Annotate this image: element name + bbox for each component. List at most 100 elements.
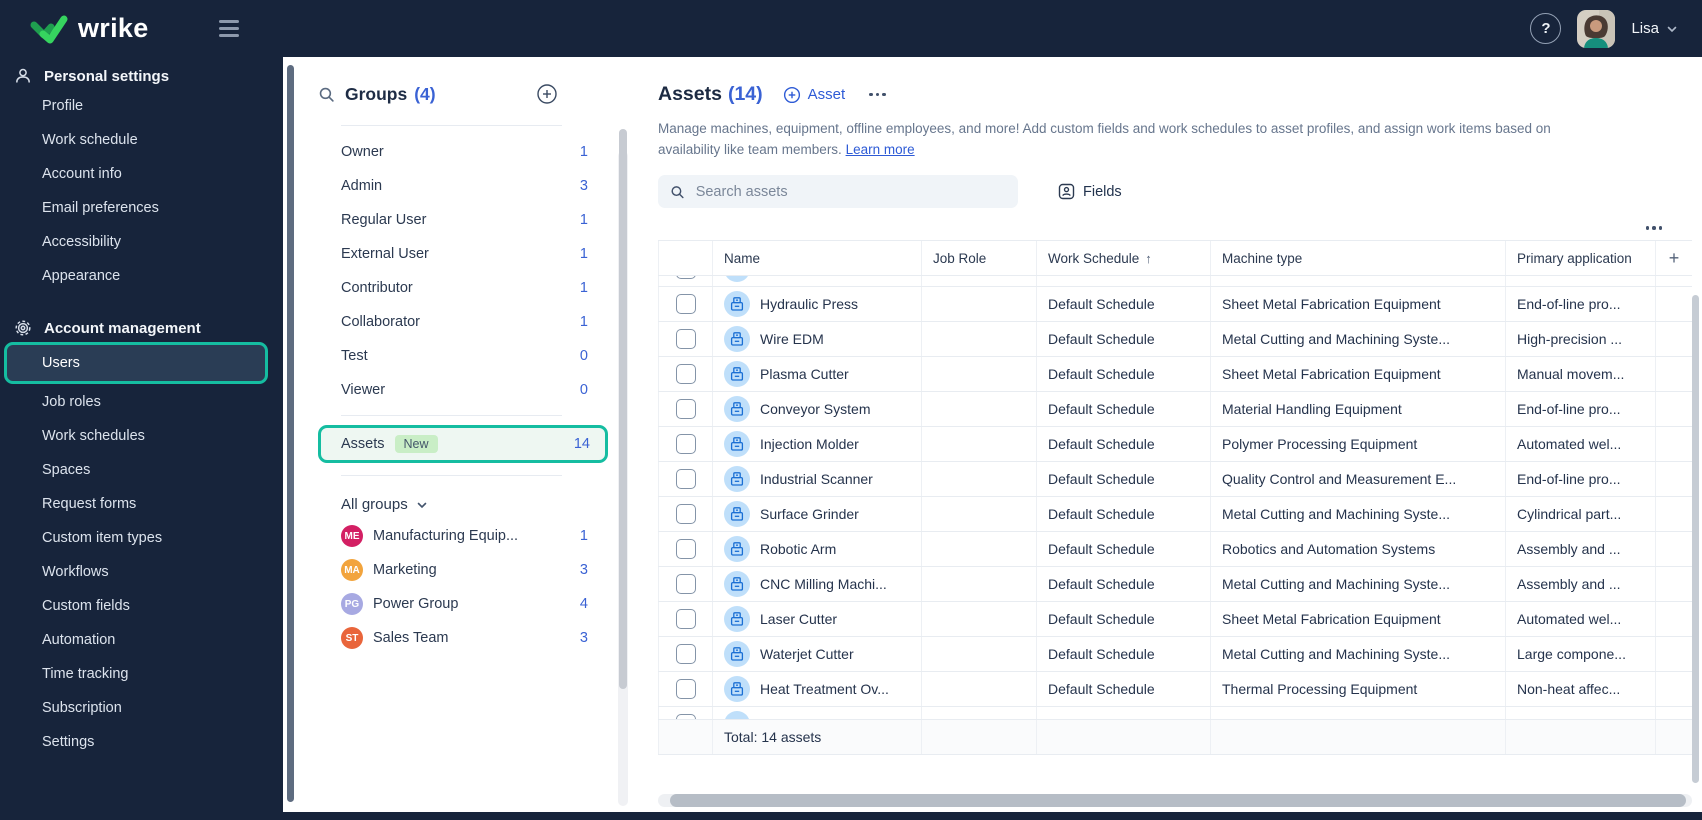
sidebar-item[interactable]: Workflows	[0, 555, 283, 589]
sidebar-item[interactable]: Users	[4, 342, 268, 384]
user-avatar[interactable]	[1577, 9, 1616, 48]
table-vertical-scrollbar-thumb[interactable]	[1692, 295, 1699, 783]
table-row[interactable]: Wire EDM Default Schedule Metal Cutting …	[658, 322, 1692, 357]
table-row[interactable]: Laser Cutter Default Schedule Sheet Meta…	[658, 602, 1692, 637]
group-role-item[interactable]: Collaborator 1	[303, 305, 628, 339]
fields-button[interactable]: Fields	[1058, 183, 1122, 200]
add-asset-button[interactable]: Asset	[783, 86, 845, 104]
cell-machine-type: Polymer Processing Equipment	[1211, 427, 1506, 461]
all-groups-dropdown[interactable]: All groups	[303, 476, 628, 515]
group-role-item[interactable]: Admin 3	[303, 169, 628, 203]
table-row[interactable]: Injection Molder Default Schedule Polyme…	[658, 427, 1692, 462]
table-row[interactable]: Surface Grinder Default Schedule Metal C…	[658, 497, 1692, 532]
groups-item-assets-selected[interactable]: Assets New 14	[318, 425, 608, 463]
sidebar-item[interactable]: Custom fields	[0, 589, 283, 623]
cell-name[interactable]: Laser Cutter	[713, 602, 922, 636]
row-checkbox[interactable]	[675, 364, 696, 384]
cell-name[interactable]: Wire EDM	[713, 322, 922, 356]
group-role-item[interactable]: External User 1	[303, 237, 628, 271]
sidebar-section-personal-settings[interactable]: Personal settings	[0, 63, 283, 89]
row-checkbox[interactable]	[675, 294, 696, 314]
horizontal-scrollbar-thumb[interactable]	[670, 794, 1686, 807]
group-role-item[interactable]: Regular User 1	[303, 203, 628, 237]
cell-name[interactable]: Robotic Arm	[713, 532, 922, 566]
cell-add-column	[1656, 287, 1692, 321]
column-header-primary-application[interactable]: Primary application	[1506, 241, 1656, 275]
search-assets-input[interactable]	[693, 182, 1006, 201]
row-checkbox[interactable]	[675, 399, 696, 419]
cell-name[interactable]: Heat Treatment Ov...	[713, 672, 922, 706]
sidebar-item[interactable]: Work schedule	[0, 123, 283, 157]
help-icon[interactable]: ?	[1530, 13, 1562, 44]
group-role-item[interactable]: Test 0	[303, 339, 628, 373]
cell-name[interactable]: CNC Milling Machi...	[713, 567, 922, 601]
add-group-button[interactable]	[536, 83, 558, 105]
sidebar-section-account-management[interactable]: Account management	[0, 315, 283, 341]
sidebar-item[interactable]: Settings	[0, 725, 283, 759]
cell-name[interactable]: Hydraulic Press	[713, 287, 922, 321]
sidebar-item[interactable]: Subscription	[0, 691, 283, 725]
row-checkbox[interactable]	[675, 539, 696, 559]
row-checkbox[interactable]	[675, 504, 696, 524]
asset-name: Laser Cutter	[760, 611, 838, 627]
sidebar-item[interactable]: Time tracking	[0, 657, 283, 691]
table-row[interactable]: Conveyor System Default Schedule Materia…	[658, 392, 1692, 427]
row-checkbox[interactable]	[675, 276, 696, 279]
sidebar-item[interactable]: Appearance	[0, 259, 283, 293]
table-more-options-icon[interactable]	[1642, 222, 1667, 234]
column-header-job-role[interactable]: Job Role	[922, 241, 1037, 275]
table-row[interactable]: Industrial Scanner Default Schedule Qual…	[658, 462, 1692, 497]
gear-icon	[15, 320, 31, 336]
team-item[interactable]: ME Manufacturing Equip... 1	[303, 519, 628, 553]
table-row[interactable]: Waterjet Cutter Default Schedule Metal C…	[658, 637, 1692, 672]
column-header-machine-type[interactable]: Machine type	[1211, 241, 1506, 275]
row-checkbox[interactable]	[675, 644, 696, 664]
user-menu[interactable]: Lisa	[1631, 20, 1678, 37]
table-row[interactable]: Heat Treatment Ov... Default Schedule Th…	[658, 672, 1692, 707]
sidebar-item[interactable]: Custom item types	[0, 521, 283, 555]
group-role-name: Owner	[341, 144, 384, 160]
hamburger-menu-icon[interactable]	[215, 16, 243, 41]
column-header-name[interactable]: Name	[713, 241, 922, 275]
row-checkbox[interactable]	[675, 469, 696, 489]
group-role-item[interactable]: Viewer 0	[303, 373, 628, 407]
sidebar-item[interactable]: Request forms	[0, 487, 283, 521]
cell-name[interactable]: Conveyor System	[713, 392, 922, 426]
add-column-button[interactable]: +	[1656, 241, 1692, 275]
table-row[interactable]: Hydraulic Press Default Schedule Sheet M…	[658, 287, 1692, 322]
groups-scrollbar-thumb[interactable]	[619, 129, 627, 689]
sidebar-item[interactable]: Work schedules	[0, 419, 283, 453]
cell-name[interactable]: Surface Grinder	[713, 497, 922, 531]
table-row[interactable]: Robotic Arm Default Schedule Robotics an…	[658, 532, 1692, 567]
team-item[interactable]: ST Sales Team 3	[303, 621, 628, 655]
learn-more-link[interactable]: Learn more	[846, 142, 915, 157]
cell-name[interactable]: Injection Molder	[713, 427, 922, 461]
row-checkbox[interactable]	[675, 679, 696, 699]
row-checkbox[interactable]	[675, 434, 696, 454]
row-checkbox[interactable]	[675, 329, 696, 349]
column-header-work-schedule[interactable]: Work Schedule ↑	[1037, 241, 1211, 275]
sidebar-item[interactable]: Spaces	[0, 453, 283, 487]
more-options-icon[interactable]	[865, 89, 890, 101]
table-row[interactable]: Plasma Cutter Default Schedule Sheet Met…	[658, 357, 1692, 392]
sidebar-scrollbar-thumb[interactable]	[287, 65, 294, 802]
sidebar-item[interactable]: Automation	[0, 623, 283, 657]
cell-name[interactable]: Waterjet Cutter	[713, 637, 922, 671]
sidebar-item-label: Job roles	[42, 394, 101, 410]
team-item[interactable]: MA Marketing 3	[303, 553, 628, 587]
group-role-item[interactable]: Owner 1	[303, 135, 628, 169]
sidebar-item[interactable]: Profile	[0, 89, 283, 123]
sidebar-item[interactable]: Account info	[0, 157, 283, 191]
cell-name[interactable]: Plasma Cutter	[713, 357, 922, 391]
team-item[interactable]: PG Power Group 4	[303, 587, 628, 621]
search-assets-box[interactable]	[658, 175, 1018, 208]
group-role-item[interactable]: Contributor 1	[303, 271, 628, 305]
search-icon[interactable]	[318, 86, 335, 103]
sidebar-item[interactable]: Accessibility	[0, 225, 283, 259]
cell-name[interactable]: Industrial Scanner	[713, 462, 922, 496]
table-row[interactable]: CNC Milling Machi... Default Schedule Me…	[658, 567, 1692, 602]
sidebar-item[interactable]: Email preferences	[0, 191, 283, 225]
row-checkbox[interactable]	[675, 574, 696, 594]
row-checkbox[interactable]	[675, 609, 696, 629]
sidebar-item[interactable]: Job roles	[0, 385, 283, 419]
